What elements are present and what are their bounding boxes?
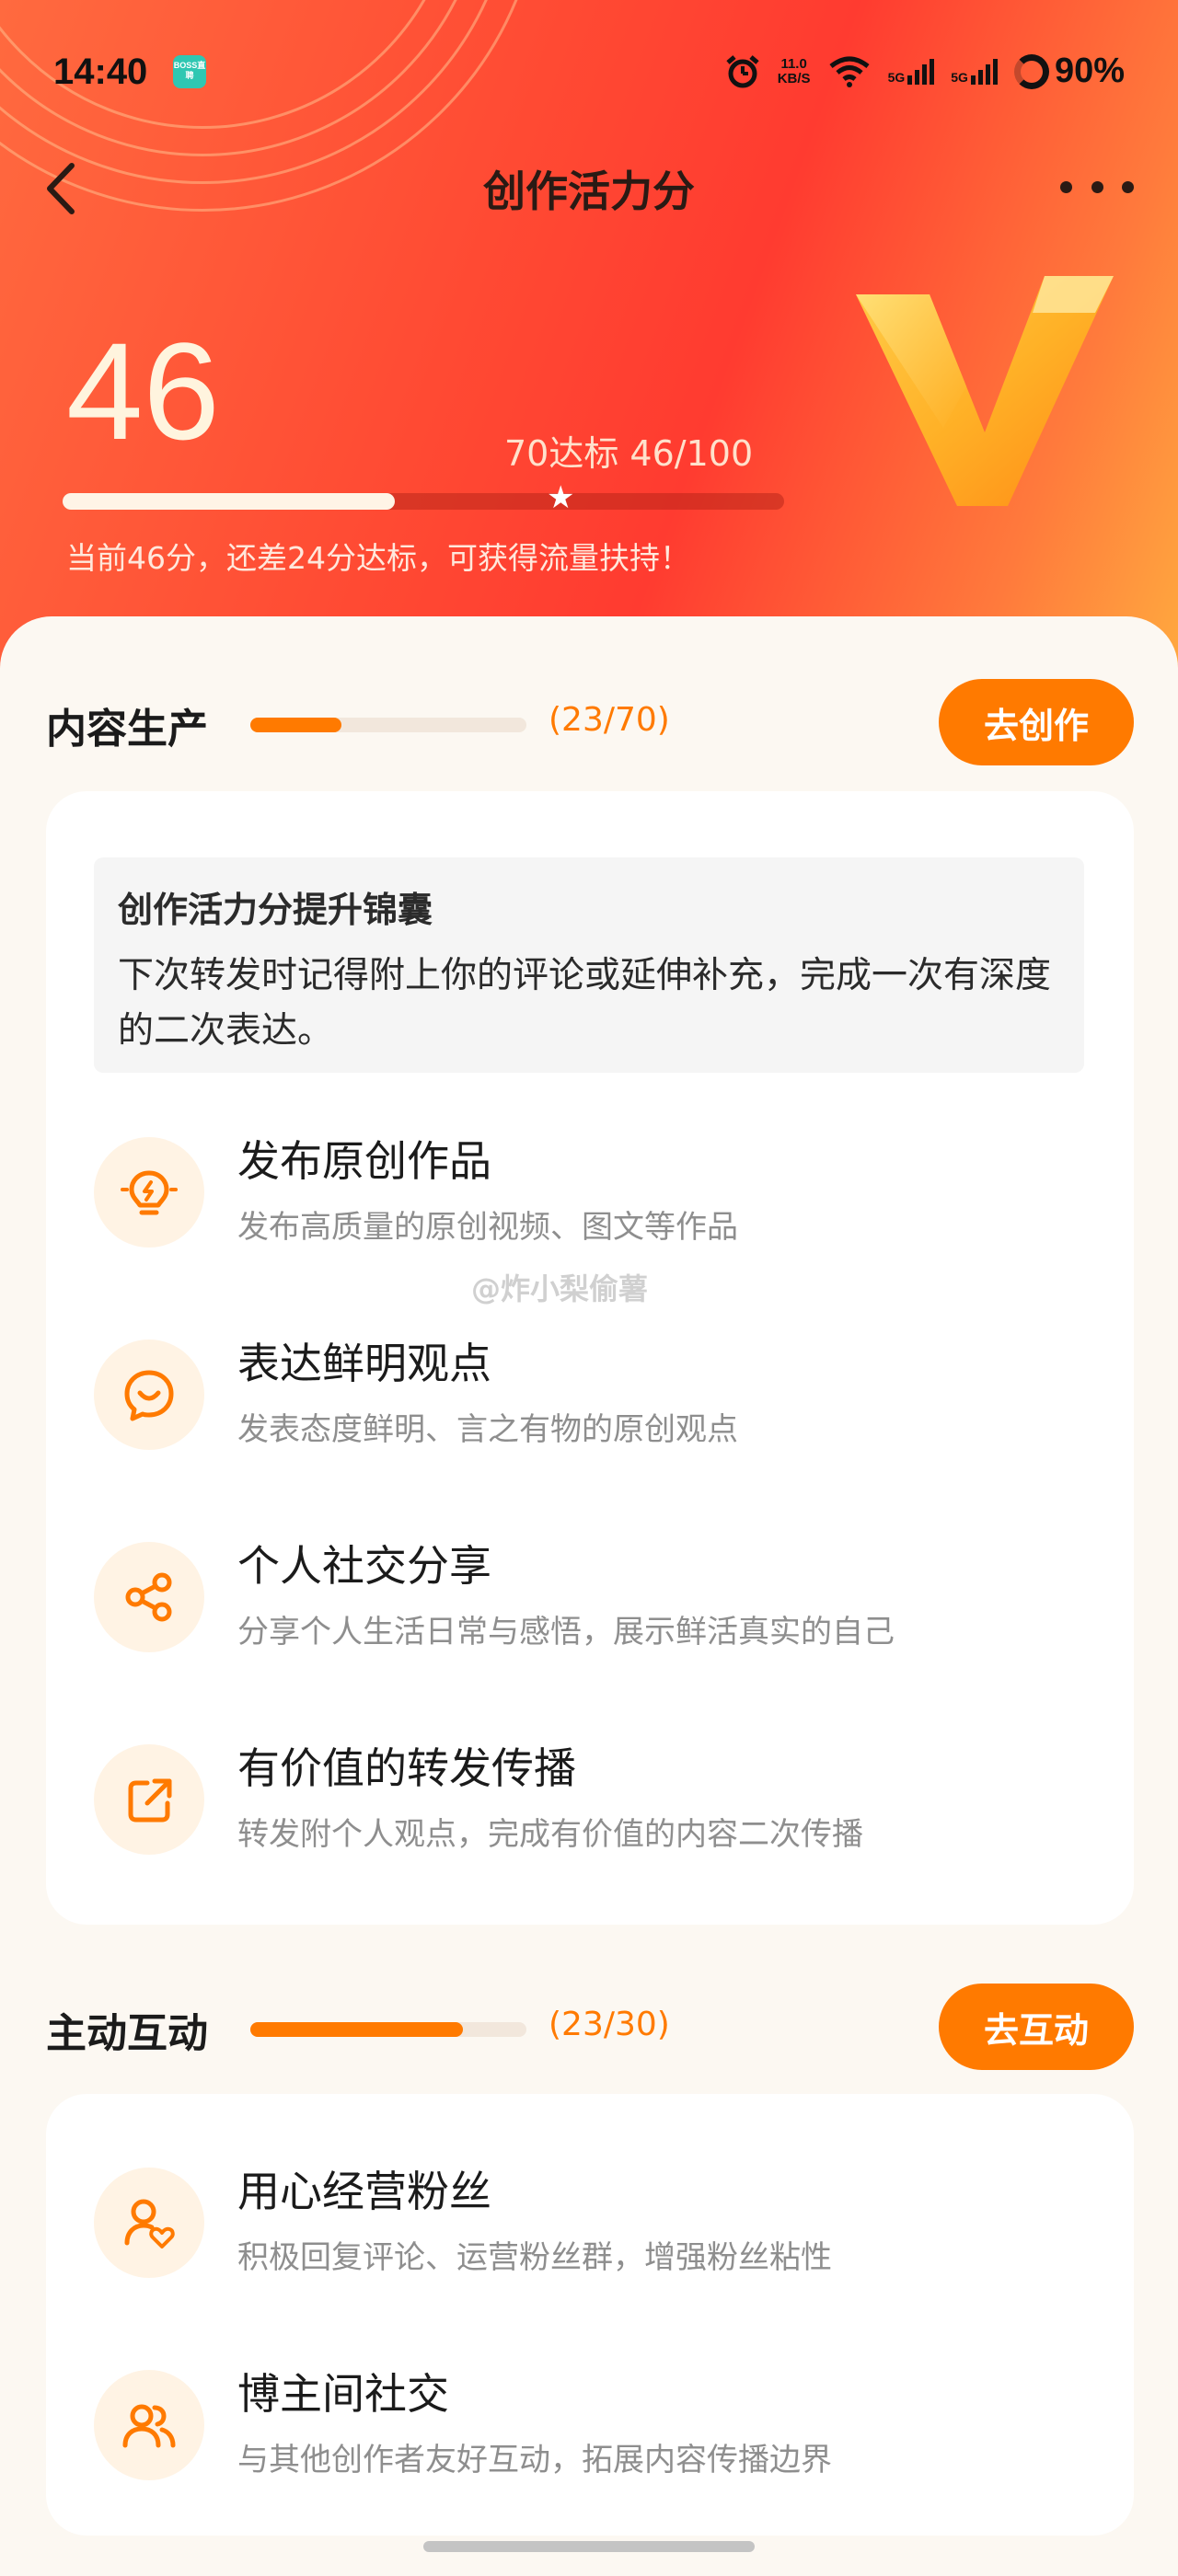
section-progress-bar [250, 2022, 526, 2037]
task-title: 表达鲜明观点 [237, 1339, 491, 1388]
tip-body: 下次转发时记得附上你的评论或延伸补充，完成一次有深度的二次表达。 [118, 955, 1052, 1052]
page-title: 创作活力分 [483, 167, 695, 216]
status-bar: 14:40 BOSS直聘 11.0 KB/S 5G 5G 90% [0, 0, 1178, 147]
task-desc: 分享个人生活日常与感悟，展示鲜活真实的自己 [237, 1614, 895, 1650]
task-title: 个人社交分享 [237, 1541, 491, 1591]
activity-score: 46 [66, 314, 220, 468]
wifi-icon [829, 56, 870, 87]
battery-icon [1013, 53, 1049, 89]
net-speed-value: 11.0 [780, 55, 807, 72]
dot [1122, 180, 1134, 193]
alarm-icon [726, 54, 759, 87]
status-indicators: 11.0 KB/S 5G 5G 90% [724, 52, 1125, 91]
content-sheet: 内容生产 (23/70) 去创作 创作活力分提升锦囊 下次转发时记得附上你的评论… [0, 616, 1178, 2576]
tip-box: 创作活力分提升锦囊 下次转发时记得附上你的评论或延伸补充，完成一次有深度的二次表… [94, 857, 1084, 1073]
users-icon [122, 2404, 176, 2448]
section-progress-fill [250, 2022, 463, 2037]
task-desc: 与其他创作者友好互动，拓展内容传播边界 [237, 2442, 832, 2478]
score-progress-bar [63, 493, 784, 510]
task-title: 用心经营粉丝 [237, 2167, 491, 2216]
section-progress-bar [250, 718, 526, 732]
interaction-card: 用心经营粉丝 积极回复评论、运营粉丝群，增强粉丝粘性 博主间社交 与其他创作者友… [46, 2094, 1134, 2536]
network-speed: 11.0 KB/S [777, 55, 811, 86]
task-desc: 发布高质量的原创视频、图文等作品 [237, 1209, 738, 1246]
task-icon-wrap [94, 2370, 204, 2480]
task-item[interactable]: 博主间社交 与其他创作者友好互动，拓展内容传播边界 [94, 2361, 1088, 2508]
section-title: 内容生产 [46, 706, 208, 753]
signal-5g-icon: 5G [951, 58, 998, 85]
task-item[interactable]: 个人社交分享 分享个人生活日常与感悟，展示鲜活真实的自己 [94, 1533, 1088, 1680]
task-desc: 发表态度鲜明、言之有物的原创观点 [237, 1411, 738, 1448]
dot [1091, 180, 1103, 193]
task-icon-wrap [94, 1744, 204, 1855]
section-count: (23/70) [549, 701, 670, 739]
user-heart-icon [124, 2199, 175, 2248]
score-target: 70达标 46/100 [504, 433, 754, 474]
chat-smile-icon [124, 1370, 174, 1421]
signal-label: 5G [887, 69, 906, 85]
task-icon-wrap [94, 1137, 204, 1248]
battery: 90% [1013, 52, 1125, 91]
share-icon [125, 1572, 172, 1622]
task-icon-wrap [94, 1340, 204, 1450]
task-item[interactable]: 表达鲜明观点 发表态度鲜明、言之有物的原创观点 [94, 1330, 1088, 1478]
task-item[interactable]: 有价值的转发传播 转发附个人观点，完成有价值的内容二次传播 [94, 1735, 1088, 1882]
signal-5g-icon: 5G [887, 58, 935, 85]
tip-title: 创作活力分提升锦囊 [118, 890, 433, 930]
more-options-icon[interactable] [1060, 173, 1134, 201]
task-desc: 转发附个人观点，完成有价值的内容二次传播 [237, 1816, 863, 1853]
boss-app-icon: BOSS直聘 [173, 55, 206, 88]
net-speed-unit: KB/S [777, 70, 811, 86]
section-progress-fill [250, 718, 341, 732]
battery-level: 90% [1054, 52, 1125, 90]
dot [1060, 180, 1072, 193]
status-time: 14:40 [53, 52, 148, 92]
go-create-button[interactable]: 去创作 [939, 679, 1134, 765]
task-title: 有价值的转发传播 [237, 1743, 576, 1793]
task-title: 博主间社交 [237, 2369, 449, 2419]
task-desc: 积极回复评论、运营粉丝群，增强粉丝粘性 [237, 2239, 832, 2276]
content-production-header: 内容生产 (23/70) 去创作 [0, 675, 1178, 767]
home-indicator[interactable] [423, 2541, 755, 2552]
forward-icon [128, 1778, 172, 1823]
lightbulb-icon [121, 1170, 178, 1215]
target-star-icon: ★ [547, 479, 575, 516]
task-icon-wrap [94, 1542, 204, 1652]
content-production-card: 创作活力分提升锦囊 下次转发时记得附上你的评论或延伸补充，完成一次有深度的二次表… [46, 791, 1134, 1925]
hero-header: 14:40 BOSS直聘 11.0 KB/S 5G 5G 90% 创作活力分 4… [0, 0, 1178, 699]
task-icon-wrap [94, 2168, 204, 2278]
score-hint: 当前46分，还差24分达标，可获得流量扶持！ [66, 540, 690, 576]
task-item[interactable]: 用心经营粉丝 积极回复评论、运营粉丝群，增强粉丝粘性 [94, 2158, 1088, 2306]
watermark: @炸小梨偷薯 [471, 1271, 649, 1306]
section-title: 主动互动 [46, 2010, 208, 2057]
score-progress-fill [63, 493, 395, 510]
task-title: 发布原创作品 [237, 1136, 491, 1186]
interaction-header: 主动互动 (23/30) 去互动 [0, 1980, 1178, 2072]
go-interact-button[interactable]: 去互动 [939, 1984, 1134, 2070]
signal-label: 5G [951, 69, 968, 85]
section-count: (23/30) [549, 2006, 670, 2043]
task-item[interactable]: 发布原创作品 发布高质量的原创视频、图文等作品 [94, 1128, 1088, 1275]
v-badge-icon [856, 276, 1114, 506]
